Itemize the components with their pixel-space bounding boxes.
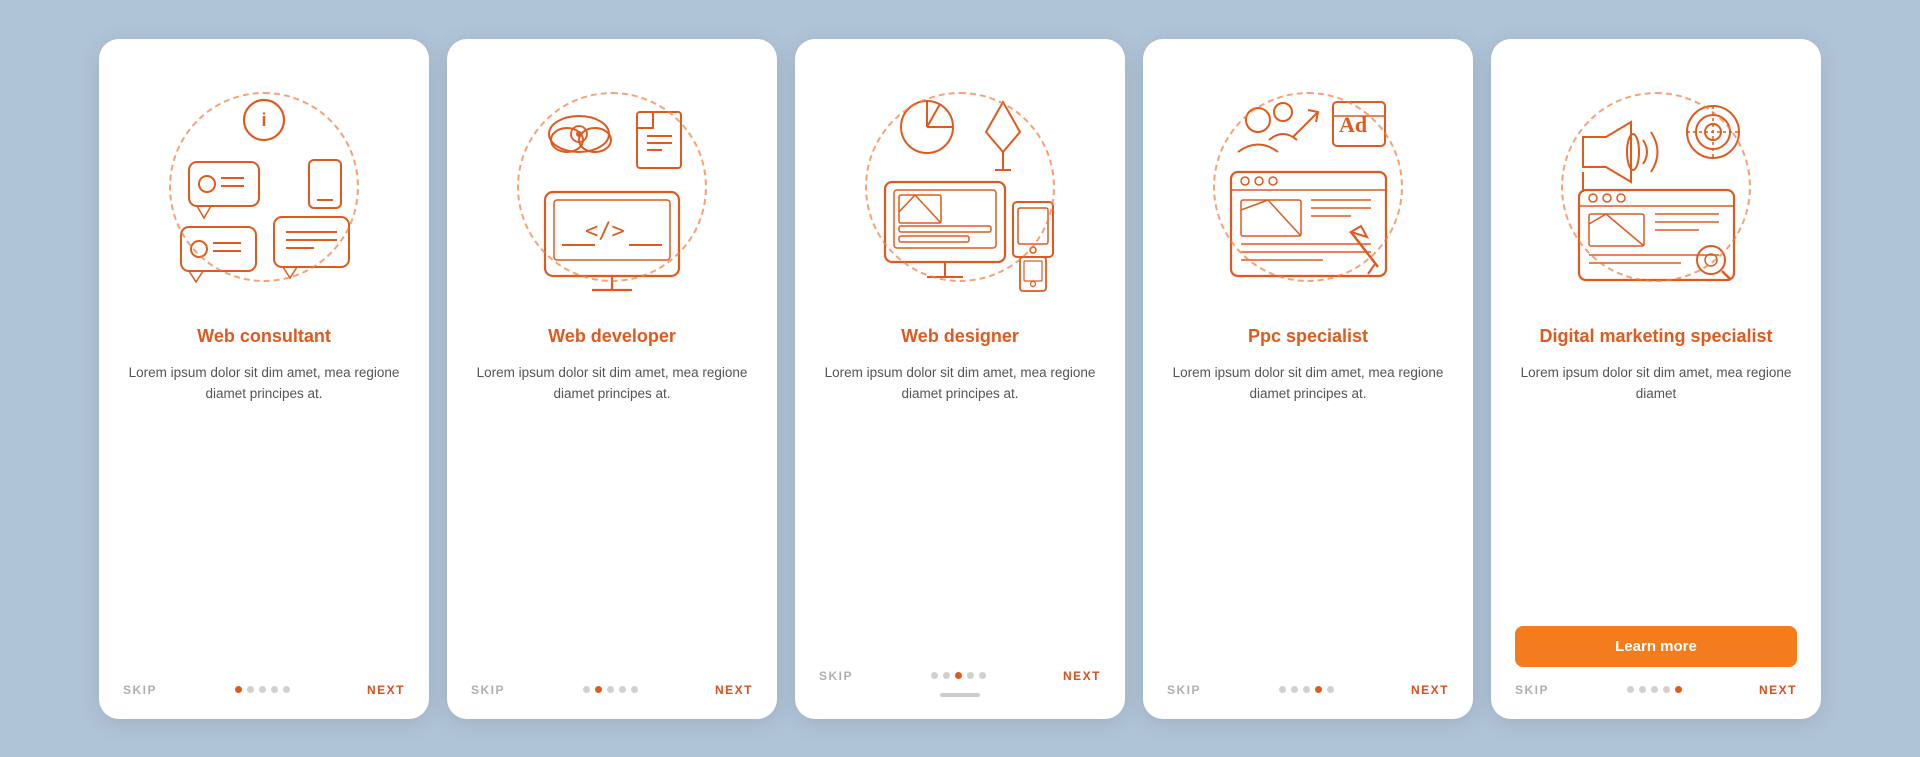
skip-button[interactable]: SKIP — [471, 683, 505, 697]
card-title: Web consultant — [197, 325, 331, 348]
dots-indicator — [1627, 686, 1682, 693]
dot-5 — [283, 686, 290, 693]
dot-5 — [631, 686, 638, 693]
dot-2 — [1291, 686, 1298, 693]
dot-2 — [595, 686, 602, 693]
next-button[interactable]: NEXT — [1063, 669, 1101, 683]
scrollbar-indicator — [940, 693, 980, 697]
card-footer: SKIP NEXT — [1515, 683, 1797, 697]
dots-indicator — [583, 686, 638, 693]
card-footer: SKIP NEXT — [819, 669, 1101, 683]
dot-1 — [1279, 686, 1286, 693]
learn-more-button[interactable]: Learn more — [1515, 626, 1797, 667]
card-title: Web designer — [901, 325, 1019, 348]
card-digital-marketing: Digital marketing specialist Lorem ipsum… — [1491, 39, 1821, 719]
dot-3 — [1303, 686, 1310, 693]
dots-indicator — [235, 686, 290, 693]
dot-5 — [1327, 686, 1334, 693]
dashed-circle — [1213, 92, 1403, 282]
dot-3 — [1651, 686, 1658, 693]
card-body: Lorem ipsum dolor sit dim amet, mea regi… — [1167, 362, 1449, 661]
next-button[interactable]: NEXT — [1411, 683, 1449, 697]
illustration-web-designer — [840, 67, 1080, 307]
illustration-web-consultant: i — [144, 67, 384, 307]
dashed-circle — [169, 92, 359, 282]
dot-1 — [931, 672, 938, 679]
dot-4 — [967, 672, 974, 679]
illustration-web-developer: </> — [492, 67, 732, 307]
dot-2 — [943, 672, 950, 679]
skip-button[interactable]: SKIP — [123, 683, 157, 697]
skip-button[interactable]: SKIP — [1167, 683, 1201, 697]
card-ppc-specialist: Ad — [1143, 39, 1473, 719]
skip-button[interactable]: SKIP — [1515, 683, 1549, 697]
dot-2 — [1639, 686, 1646, 693]
illustration-digital-marketing — [1536, 67, 1776, 307]
card-web-consultant: i — [99, 39, 429, 719]
illustration-ppc-specialist: Ad — [1188, 67, 1428, 307]
dashed-circle — [1561, 92, 1751, 282]
next-button[interactable]: NEXT — [367, 683, 405, 697]
dot-3 — [259, 686, 266, 693]
skip-button[interactable]: SKIP — [819, 669, 853, 683]
card-title: Ppc specialist — [1248, 325, 1368, 348]
dots-indicator — [1279, 686, 1334, 693]
dot-3 — [955, 672, 962, 679]
dot-1 — [583, 686, 590, 693]
dot-5 — [1675, 686, 1682, 693]
dashed-circle — [865, 92, 1055, 282]
next-button[interactable]: NEXT — [1759, 683, 1797, 697]
card-body: Lorem ipsum dolor sit dim amet, mea regi… — [471, 362, 753, 661]
card-web-designer: Web designer Lorem ipsum dolor sit dim a… — [795, 39, 1125, 719]
dot-5 — [979, 672, 986, 679]
dots-indicator — [931, 672, 986, 679]
dot-4 — [1663, 686, 1670, 693]
card-title: Web developer — [548, 325, 676, 348]
card-footer: SKIP NEXT — [1167, 683, 1449, 697]
cards-container: i — [69, 19, 1851, 739]
dot-4 — [619, 686, 626, 693]
dashed-circle — [517, 92, 707, 282]
card-web-developer: </> Web developer Lorem ipsum dolor sit … — [447, 39, 777, 719]
dot-1 — [235, 686, 242, 693]
dot-3 — [607, 686, 614, 693]
dot-4 — [271, 686, 278, 693]
dot-1 — [1627, 686, 1634, 693]
card-footer: SKIP NEXT — [471, 683, 753, 697]
card-body: Lorem ipsum dolor sit dim amet, mea regi… — [123, 362, 405, 661]
card-footer: SKIP NEXT — [123, 683, 405, 697]
card-title: Digital marketing specialist — [1539, 325, 1772, 348]
dot-4 — [1315, 686, 1322, 693]
dot-2 — [247, 686, 254, 693]
card-body: Lorem ipsum dolor sit dim amet, mea regi… — [1515, 362, 1797, 604]
next-button[interactable]: NEXT — [715, 683, 753, 697]
card-body: Lorem ipsum dolor sit dim amet, mea regi… — [819, 362, 1101, 647]
